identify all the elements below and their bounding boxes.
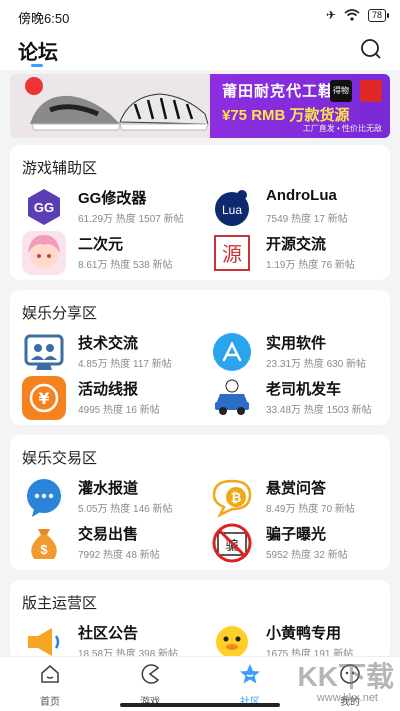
appstore-icon — [210, 330, 254, 374]
item-name: 技术交流 — [78, 335, 139, 352]
item-name: GG修改器 — [78, 190, 147, 207]
status-time: 傍晚6:50 — [18, 11, 70, 26]
forum-item-events[interactable]: ¥ 活动线报 4995 热度 16 新帖 — [22, 376, 202, 420]
item-name: 灌水报道 — [78, 480, 139, 497]
jd-logo-icon — [360, 80, 382, 102]
yuan-icon: 源 — [210, 231, 254, 275]
svg-text:GG: GG — [34, 200, 54, 215]
airplane-icon: ✈ — [325, 8, 336, 22]
forum-item-androlua[interactable]: Lua AndroLua 7549 热度 17 新帖 — [210, 185, 390, 229]
forum-item-bounty[interactable]: ₿ 悬赏问答 8.49万 热度 70 新帖 — [210, 475, 390, 519]
item-stats: 33.48万 热度 1503 新帖 — [266, 405, 372, 416]
lua-icon: Lua — [210, 185, 254, 229]
watermark-url: www.kkx.net — [316, 692, 378, 704]
search-icon[interactable] — [360, 38, 382, 60]
item-stats: 23.31万 热度 630 新帖 — [266, 359, 367, 370]
item-stats: 5.05万 热度 146 新帖 — [78, 504, 173, 515]
game-icon — [141, 664, 160, 684]
item-name: 开源交流 — [266, 236, 327, 253]
tab-home[interactable]: 首页 — [20, 663, 80, 708]
item-name: 实用软件 — [266, 335, 327, 352]
svg-text:₿: ₿ — [231, 490, 242, 505]
section-card-game: 游戏辅助区 GG GG修改器 61.29万 热度 1507 新帖 Lua And… — [10, 145, 390, 280]
section-card-moderator: 版主运营区 社区公告 18.58万 热度 398 新帖 小黄鸭专用 1675 热… — [10, 580, 390, 664]
item-name: AndroLua — [266, 187, 337, 204]
item-name: 骗子曝光 — [266, 526, 327, 543]
page-title: 论坛 — [18, 42, 58, 64]
svg-text:¥: ¥ — [38, 389, 49, 408]
item-stats: 4.85万 热度 117 新帖 — [78, 359, 172, 370]
forum-item-anime[interactable]: 二次元 8.61万 热度 538 新帖 — [22, 231, 202, 275]
yen-icon: ¥ — [22, 376, 66, 420]
moneybag-icon: $ — [22, 521, 66, 565]
sneaker-image — [10, 74, 210, 138]
ad-banner[interactable]: 莆田耐克代工鞋厂 ¥75 RMB 万款货源 工厂直发 • 性价比无敌 得物 — [10, 74, 390, 138]
chat-icon — [22, 475, 66, 519]
svg-text:Lua: Lua — [222, 203, 242, 217]
car-icon — [210, 376, 254, 420]
battery-icon: 78 — [367, 8, 390, 22]
ad-footer: 工厂直发 • 性价比无敌 — [302, 124, 382, 133]
item-stats: 5952 热度 32 新帖 — [266, 550, 348, 561]
item-name: 交易出售 — [78, 526, 139, 543]
item-stats: 7549 热度 17 新帖 — [266, 214, 348, 225]
forum-item-software[interactable]: 实用软件 23.31万 热度 630 新帖 — [210, 330, 390, 374]
tech-icon — [22, 330, 66, 374]
forum-item-driver[interactable]: 老司机发车 33.48万 热度 1503 新帖 — [210, 376, 390, 420]
tab-games[interactable]: 游戏 — [120, 663, 180, 708]
item-stats: 1.19万 热度 76 新帖 — [266, 260, 355, 271]
svg-text:$: $ — [40, 542, 48, 557]
forum-item-sale[interactable]: $ 交易出售 7992 热度 48 新帖 — [22, 521, 202, 565]
anime-icon — [22, 231, 66, 275]
brand-logo: 得物 — [330, 80, 352, 102]
section-title: 版主运营区 — [22, 595, 98, 612]
forum-item-gg[interactable]: GG GG修改器 61.29万 热度 1507 新帖 — [22, 185, 202, 229]
home-icon — [41, 664, 59, 683]
item-name: 悬赏问答 — [266, 480, 327, 497]
item-name: 小黄鸭专用 — [266, 625, 342, 642]
section-title: 游戏辅助区 — [22, 160, 98, 177]
status-bar: 傍晚6:50 ✈ 78 — [0, 0, 400, 30]
tab-community[interactable]: 社区 — [220, 663, 280, 708]
item-stats: 7992 热度 48 新帖 — [78, 550, 160, 561]
item-stats: 8.61万 热度 538 新帖 — [78, 260, 173, 271]
title-indicator — [31, 64, 43, 67]
tab-label: 首页 — [40, 697, 60, 708]
forum-item-scam[interactable]: 骗 骗子曝光 5952 热度 32 新帖 — [210, 521, 390, 565]
item-name: 老司机发车 — [266, 381, 342, 398]
scam-icon: 骗 — [210, 521, 254, 565]
item-stats: 61.29万 热度 1507 新帖 — [78, 214, 184, 225]
item-name: 社区公告 — [78, 625, 139, 642]
watermark-logo: KK下载 — [297, 661, 394, 692]
page-header: 论坛 — [0, 30, 400, 70]
section-title: 娱乐分享区 — [22, 305, 98, 322]
star-icon — [240, 664, 260, 684]
item-stats: 8.49万 热度 70 新帖 — [266, 504, 355, 515]
item-name: 二次元 — [78, 236, 124, 253]
ad-price: ¥75 RMB 万款货源 — [222, 107, 350, 124]
status-icons: ✈ 78 — [325, 8, 390, 22]
svg-text:源: 源 — [222, 242, 242, 266]
bitcoin-icon: ₿ — [210, 475, 254, 519]
forum-item-tech[interactable]: 技术交流 4.85万 热度 117 新帖 — [22, 330, 202, 374]
forum-item-opensource[interactable]: 源 开源交流 1.19万 热度 76 新帖 — [210, 231, 390, 275]
wifi-icon — [344, 9, 360, 21]
item-stats: 4995 热度 16 新帖 — [78, 405, 160, 416]
section-card-trade: 娱乐交易区 灌水报道 5.05万 热度 146 新帖 ₿ 悬赏问答 8.49万 … — [10, 435, 390, 570]
home-indicator[interactable] — [120, 703, 280, 707]
gg-icon: GG — [22, 185, 66, 229]
section-title: 娱乐交易区 — [22, 450, 98, 467]
section-card-share: 娱乐分享区 技术交流 4.85万 热度 117 新帖 实用软件 23.31万 热… — [10, 290, 390, 425]
item-name: 活动线报 — [78, 381, 139, 398]
forum-item-chat[interactable]: 灌水报道 5.05万 热度 146 新帖 — [22, 475, 202, 519]
